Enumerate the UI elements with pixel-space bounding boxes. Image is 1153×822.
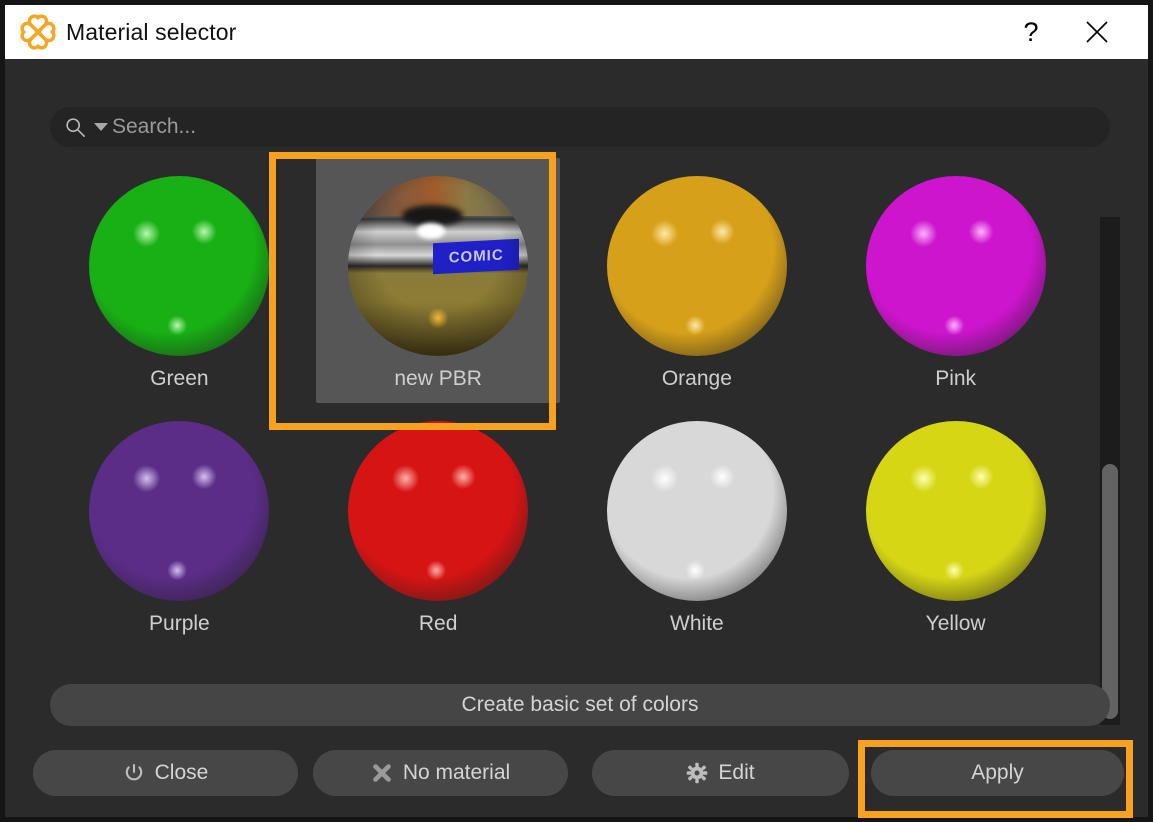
help-question-icon: ? [1023, 17, 1038, 48]
material-sphere [866, 176, 1046, 356]
grid-scrollbar[interactable] [1100, 217, 1120, 725]
apply-button-label: Apply [971, 761, 1024, 785]
material-sphere-thumbnail [607, 421, 787, 601]
x-asterisk-icon [371, 762, 393, 784]
material-item-label: Yellow [926, 612, 986, 636]
close-button-label: Close [155, 761, 209, 785]
material-sphere [866, 421, 1046, 601]
material-selector-window: Material selector ? Search... // [0, 0, 1153, 822]
material-sphere [89, 176, 269, 356]
pbr-sphere-shading [348, 176, 528, 356]
material-sphere-thumbnail [89, 176, 269, 356]
edit-button-label: Edit [718, 761, 754, 785]
title-bar: Material selector ? [5, 5, 1148, 59]
material-sphere [607, 176, 787, 356]
material-item-label: Pink [935, 367, 976, 391]
material-item-inner: Red [316, 403, 560, 648]
filter-caret-down-icon[interactable] [94, 123, 108, 131]
material-sphere [348, 421, 528, 601]
material-sphere-thumbnail: COMIC [348, 176, 528, 356]
material-item-purple[interactable]: Purple [50, 403, 309, 648]
create-basic-set-label: Create basic set of colors [462, 693, 699, 717]
material-item-label: Green [150, 367, 208, 391]
material-item-label: Purple [149, 612, 210, 636]
material-item-inner: Green [57, 158, 301, 403]
keyshot-cross-logo-icon [19, 13, 57, 51]
create-basic-set-button[interactable]: Create basic set of colors [50, 684, 1110, 726]
edit-button[interactable]: Edit [592, 750, 849, 796]
grid-scrollbar-thumb[interactable] [1102, 464, 1118, 719]
gear-icon [686, 762, 708, 784]
material-sphere-thumbnail [866, 176, 1046, 356]
material-item-new-pbr[interactable]: COMIC new PBR [309, 158, 568, 403]
dialog-body: Search... //GreenCOMICnew PBROrangePinkP… [5, 59, 1148, 817]
material-sphere-thumbnail [89, 421, 269, 601]
material-item-red[interactable]: Red [309, 403, 568, 648]
no-material-button-label: No material [403, 761, 510, 785]
material-sphere-thumbnail [348, 421, 528, 601]
search-row: Search... [50, 107, 1110, 147]
material-item-inner: White [575, 403, 819, 648]
footer-button-row: Close No material [33, 750, 1123, 796]
no-material-button[interactable]: No material [313, 750, 568, 796]
material-item-label: new PBR [394, 367, 482, 391]
close-button[interactable]: Close [33, 750, 298, 796]
material-item-inner: COMIC new PBR [316, 158, 560, 403]
material-item-label: White [670, 612, 724, 636]
search-placeholder: Search... [112, 115, 196, 139]
help-button[interactable]: ? [998, 5, 1064, 59]
material-item-yellow[interactable]: Yellow [826, 403, 1085, 648]
material-item-orange[interactable]: Orange [568, 158, 827, 403]
material-item-inner: Purple [57, 403, 301, 648]
material-sphere [89, 421, 269, 601]
material-item-inner: Yellow [834, 403, 1078, 648]
search-input[interactable]: Search... [50, 107, 1110, 147]
material-item-inner: Orange [575, 158, 819, 403]
material-sphere-thumbnail [607, 176, 787, 356]
material-item-pink[interactable]: Pink [826, 158, 1085, 403]
material-item-green[interactable]: Green [50, 158, 309, 403]
close-x-icon [1084, 19, 1110, 45]
search-magnifier-icon [64, 116, 86, 138]
material-sphere: COMIC [348, 176, 528, 356]
material-item-inner: Pink [834, 158, 1078, 403]
material-grid-area[interactable]: //GreenCOMICnew PBROrangePinkPurpleRedWh… [50, 158, 1085, 723]
power-icon [123, 762, 145, 784]
material-item-label: Red [419, 612, 458, 636]
material-sphere-thumbnail [866, 421, 1046, 601]
material-sphere [607, 421, 787, 601]
window-title: Material selector [66, 19, 236, 46]
close-window-button[interactable] [1064, 5, 1130, 59]
material-grid: //GreenCOMICnew PBROrangePinkPurpleRedWh… [50, 158, 1085, 648]
material-item-label: Orange [662, 367, 732, 391]
material-item-white[interactable]: White [568, 403, 827, 648]
apply-button[interactable]: Apply [871, 750, 1124, 796]
